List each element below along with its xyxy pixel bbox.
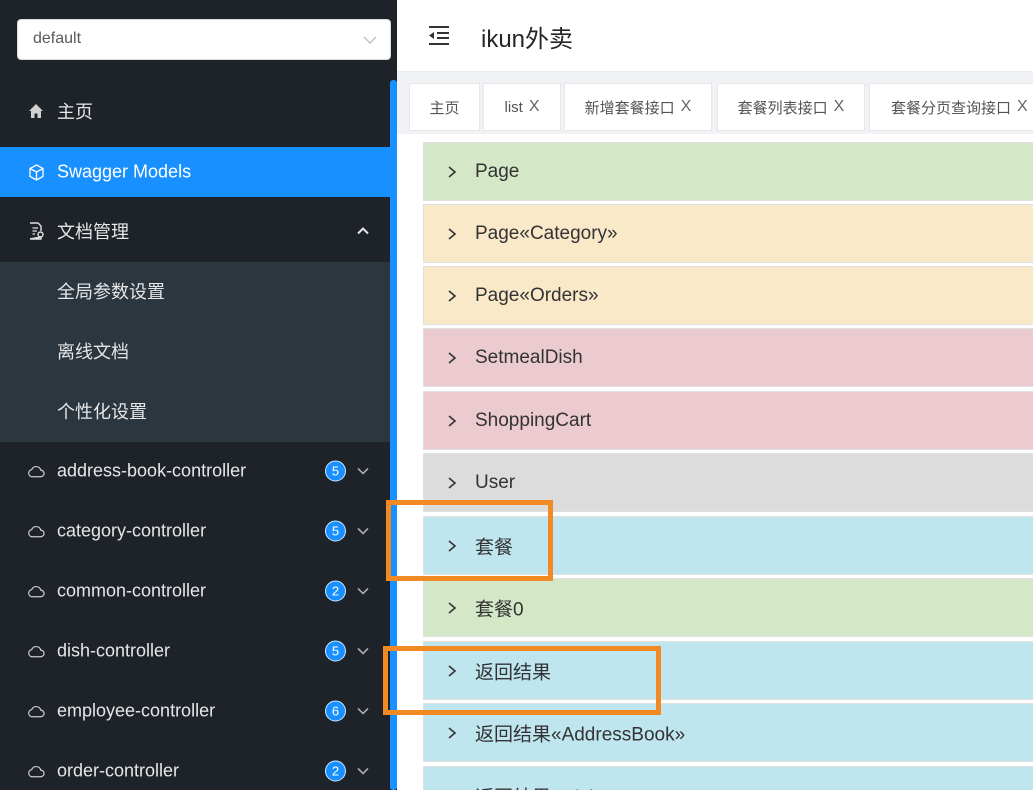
sidebar-item-dish-controller[interactable]: dish-controller 5 <box>0 626 390 676</box>
chevron-down-icon <box>357 767 369 775</box>
chevron-down-icon <box>357 527 369 535</box>
cloud-icon <box>27 582 45 600</box>
tab-label: 套餐分页查询接口 <box>891 99 1012 117</box>
sidebar-item-label: category-controller <box>57 520 207 541</box>
count-badge: 5 <box>325 520 346 542</box>
menu-fold-icon[interactable] <box>427 24 451 46</box>
model-name: Page <box>475 160 520 182</box>
model-name: 套餐0 <box>475 599 524 620</box>
highlight-box-setmeal <box>386 500 553 581</box>
chevron-down-icon <box>357 647 369 655</box>
sidebar-item-label: employee-controller <box>57 700 216 721</box>
top-header: ikun外卖 <box>397 0 1033 72</box>
sidebar-item-order-controller[interactable]: order-controller 2 <box>0 746 390 790</box>
model-row-setmeal0[interactable]: 套餐0 <box>423 578 1033 637</box>
document-settings-icon <box>27 222 45 240</box>
model-row-result-dishdto[interactable]: 返回结果«DishDto» <box>423 766 1033 790</box>
model-name: 返回结果«DishDto» <box>475 782 640 790</box>
close-icon[interactable]: X <box>834 98 845 116</box>
tab-home[interactable]: 主页 <box>409 83 480 131</box>
model-name: 返回结果«AddressBook» <box>475 724 686 745</box>
tab-label: 套餐列表接口 <box>737 99 828 117</box>
tab-list[interactable]: list X <box>483 83 561 131</box>
sidebar-item-label: 全局参数设置 <box>57 282 165 302</box>
tab-label: 新增套餐接口 <box>584 99 675 117</box>
cloud-icon <box>27 522 45 540</box>
cube-icon <box>27 163 45 181</box>
tab-setmeal-page-api[interactable]: 套餐分页查询接口 X <box>869 83 1033 131</box>
chevron-right-icon <box>448 476 457 489</box>
sidebar-item-personalization[interactable]: 个性化设置 <box>0 386 390 436</box>
cloud-icon <box>27 642 45 660</box>
close-icon[interactable]: X <box>1017 98 1028 116</box>
model-name: User <box>475 471 516 493</box>
sidebar-item-employee-controller[interactable]: employee-controller 6 <box>0 686 390 736</box>
sidebar-item-label: 离线文档 <box>57 342 129 362</box>
chevron-right-icon <box>448 414 457 427</box>
sidebar-item-label: 文档管理 <box>57 222 129 242</box>
model-row-page-category[interactable]: Page«Category» <box>423 204 1033 263</box>
model-name: Page«Category» <box>475 222 618 244</box>
sidebar-item-address-book-controller[interactable]: address-book-controller 5 <box>0 446 390 496</box>
sidebar-item-label: Swagger Models <box>57 161 192 182</box>
home-icon <box>27 102 45 120</box>
sidebar-item-global-params[interactable]: 全局参数设置 <box>0 266 390 316</box>
chevron-right-icon <box>448 601 457 614</box>
model-name: ShoppingCart <box>475 409 592 431</box>
close-icon[interactable]: X <box>529 98 540 116</box>
sidebar-item-label: 个性化设置 <box>57 402 147 422</box>
sidebar: default 主页 Swagger Models 文档管理 全局参数设置 离线… <box>0 0 397 790</box>
sidebar-item-home[interactable]: 主页 <box>0 86 390 136</box>
chevron-down-icon <box>357 467 369 475</box>
sidebar-item-doc-manage[interactable]: 文档管理 <box>0 206 390 256</box>
group-select-value: default <box>33 30 82 47</box>
chevron-right-icon <box>448 351 457 364</box>
sidebar-item-category-controller[interactable]: category-controller 5 <box>0 506 390 556</box>
count-badge: 6 <box>325 700 346 722</box>
chevron-right-icon <box>448 165 457 178</box>
tab-add-setmeal-api[interactable]: 新增套餐接口 X <box>564 83 712 131</box>
app-title: ikun外卖 <box>481 26 574 53</box>
cloud-icon <box>27 762 45 780</box>
model-row-page[interactable]: Page <box>423 142 1033 201</box>
chevron-down-icon <box>363 36 377 44</box>
model-name: Page«Orders» <box>475 284 599 306</box>
tab-bar: 主页 list X 新增套餐接口 X 套餐列表接口 X 套餐分页查询接口 X <box>397 72 1033 134</box>
chevron-up-icon <box>357 227 369 235</box>
sidebar-item-offline-docs[interactable]: 离线文档 <box>0 326 390 376</box>
sidebar-item-label: order-controller <box>57 760 180 781</box>
sidebar-item-common-controller[interactable]: common-controller 2 <box>0 566 390 616</box>
tab-label: 主页 <box>429 99 460 117</box>
model-row-page-orders[interactable]: Page«Orders» <box>423 266 1033 325</box>
count-badge: 5 <box>325 460 346 482</box>
model-name: SetmealDish <box>475 346 583 368</box>
cloud-icon <box>27 462 45 480</box>
tab-label: list <box>504 98 523 116</box>
chevron-down-icon <box>357 707 369 715</box>
count-badge: 2 <box>325 580 346 602</box>
chevron-down-icon <box>357 587 369 595</box>
count-badge: 2 <box>325 760 346 782</box>
sidebar-item-label: address-book-controller <box>57 460 247 481</box>
chevron-right-icon <box>448 227 457 240</box>
chevron-right-icon <box>448 726 457 739</box>
model-row-setmealdish[interactable]: SetmealDish <box>423 328 1033 387</box>
sidebar-item-label: dish-controller <box>57 640 171 661</box>
sidebar-item-label: 主页 <box>57 102 93 122</box>
model-row-shoppingcart[interactable]: ShoppingCart <box>423 391 1033 450</box>
close-icon[interactable]: X <box>681 98 692 116</box>
highlight-box-result <box>383 646 661 715</box>
tab-setmeal-list-api[interactable]: 套餐列表接口 X <box>717 83 865 131</box>
chevron-right-icon <box>448 289 457 302</box>
sidebar-item-label: common-controller <box>57 580 207 601</box>
count-badge: 5 <box>325 640 346 662</box>
cloud-icon <box>27 702 45 720</box>
group-select[interactable]: default <box>17 19 391 60</box>
sidebar-item-swagger-models[interactable]: Swagger Models <box>0 147 390 197</box>
